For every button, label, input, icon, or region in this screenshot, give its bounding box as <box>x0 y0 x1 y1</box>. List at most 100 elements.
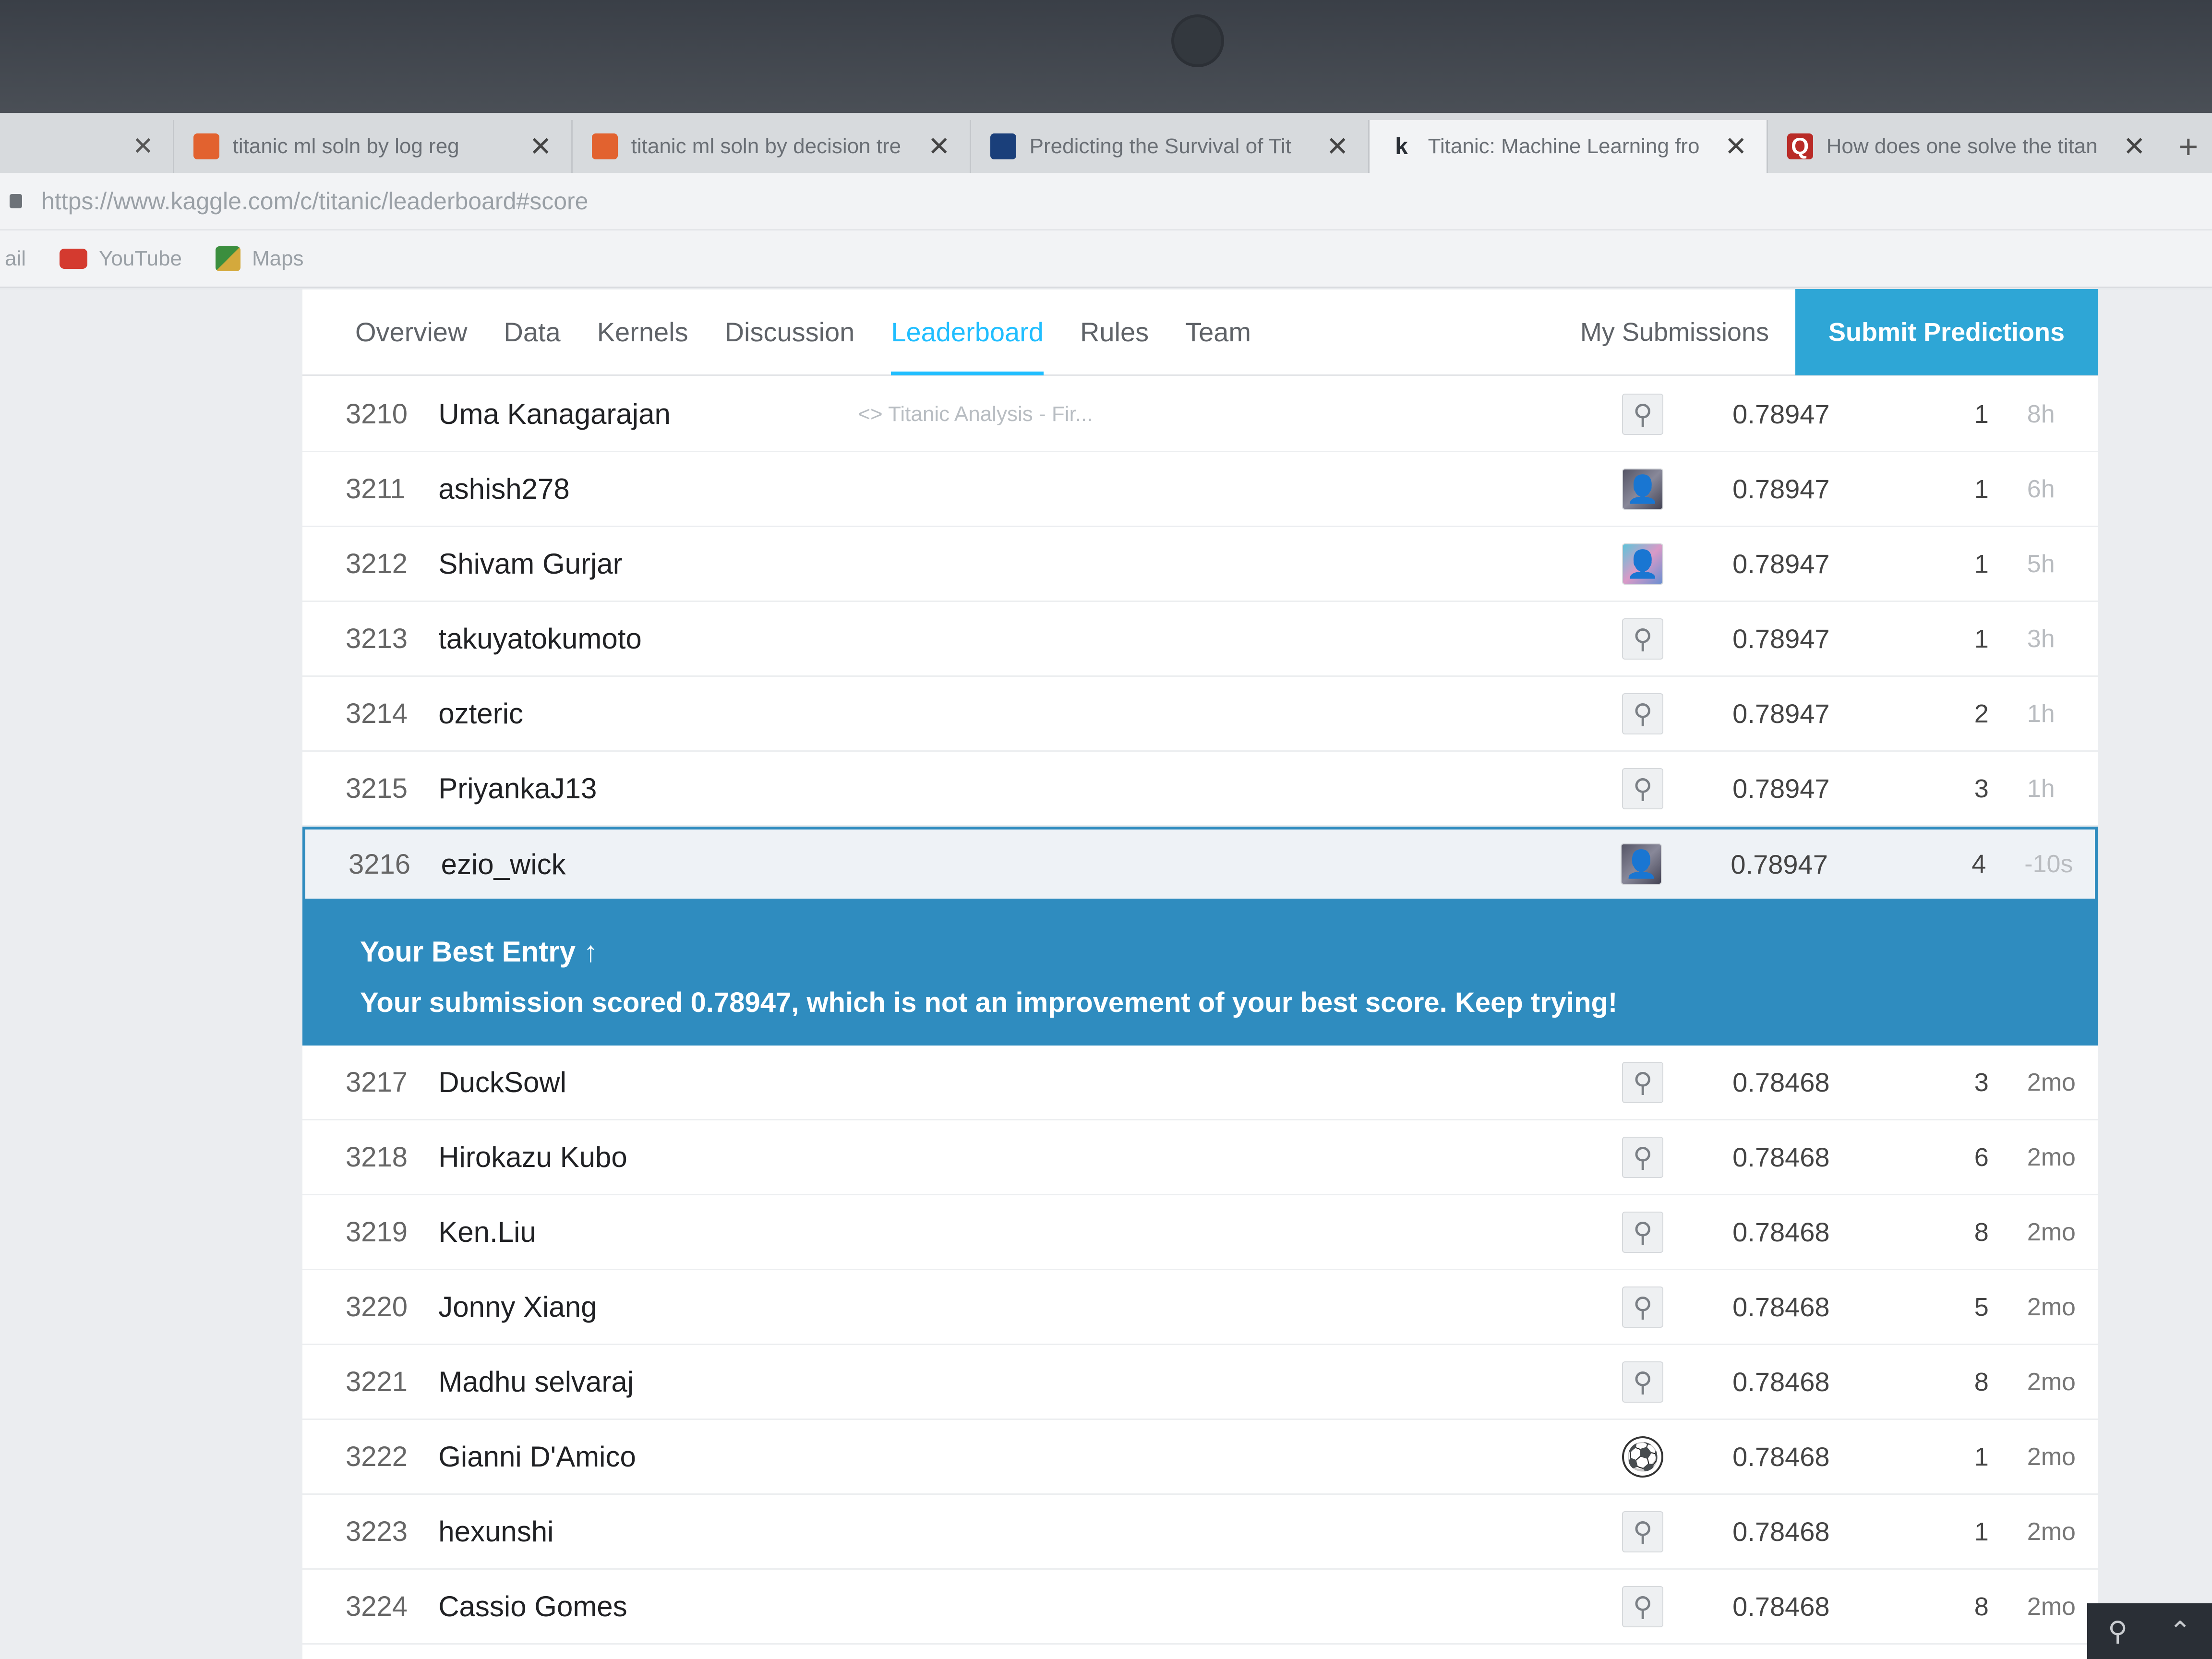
table-row[interactable]: 3218 Hirokazu Kubo ⚲ 0.78468 6 2mo <box>302 1120 2098 1195</box>
avatar[interactable]: ⚲ <box>1622 693 1664 734</box>
best-entry-banner: Your Best Entry ↑ Your submission scored… <box>302 902 2098 1046</box>
avatar[interactable]: 👤 <box>1621 843 1662 885</box>
tab-list: titanic ml soln by log reg ✕ titanic ml so… <box>172 120 2165 173</box>
rank: 3213 <box>346 623 408 654</box>
team-name[interactable]: Madhu selvaraj <box>438 1365 858 1398</box>
chevron-up-icon[interactable]: ⌃ <box>2169 1615 2191 1647</box>
team-name[interactable]: Shivam Gurjar <box>438 547 858 580</box>
table-row[interactable]: 3224 Cassio Gomes ⚲ 0.78468 8 2mo <box>302 1570 2098 1645</box>
lock-icon <box>10 194 22 208</box>
team-name[interactable]: ozteric <box>438 697 858 730</box>
avatar[interactable]: ⚲ <box>1622 1286 1664 1328</box>
avatar[interactable]: 👤 <box>1622 468 1664 510</box>
table-row[interactable]: 3213 takuyatokumoto ⚲ 0.78947 1 3h <box>302 602 2098 677</box>
browser-tab[interactable]: k Titanic: Machine Learning fro ✕ <box>1368 120 1767 173</box>
table-row-current-user[interactable]: 3216 ezio_wick 👤 0.78947 4 -10s <box>302 827 2098 902</box>
browser-tab[interactable]: Predicting the Survival of Tit ✕ <box>969 120 1368 173</box>
team-name[interactable]: ashish278 <box>438 472 858 505</box>
table-row[interactable]: 3215 PriyankaJ13 ⚲ 0.78947 3 1h <box>302 752 2098 827</box>
bookmark-gmail[interactable]: ail <box>5 247 26 271</box>
system-tray: ⚲ ⌃ <box>2087 1603 2212 1659</box>
youtube-icon <box>60 248 88 269</box>
avatar[interactable]: ⚲ <box>1622 1136 1664 1178</box>
kernel-link[interactable]: <> Titanic Analysis - Fir... <box>858 402 1622 426</box>
table-row[interactable]: 3219 Ken.Liu ⚲ 0.78468 8 2mo <box>302 1195 2098 1270</box>
tab-close-icon[interactable]: ✕ <box>2123 131 2146 162</box>
tab-strip: ✕ titanic ml soln by log reg ✕ titanic ml … <box>0 113 2212 173</box>
score: 0.78468 <box>1732 1591 1830 1622</box>
table-row[interactable]: 3223 hexunshi ⚲ 0.78468 1 2mo <box>302 1495 2098 1570</box>
score: 0.78468 <box>1732 1516 1830 1547</box>
avatar[interactable]: ⚲ <box>1622 393 1664 435</box>
table-row[interactable]: 3212 Shivam Gurjar 👤 0.78947 1 5h <box>302 527 2098 602</box>
avatar[interactable]: ⚲ <box>1622 768 1664 809</box>
team-name[interactable]: ezio_wick <box>441 848 859 881</box>
last-submission: 2mo <box>2027 1443 2076 1471</box>
avatar[interactable]: ⚲ <box>1622 1361 1664 1403</box>
tab-overview[interactable]: Overview <box>302 289 485 375</box>
avatar-cell: 👤 <box>1622 468 1732 510</box>
bookmark-maps[interactable]: Maps <box>215 246 304 271</box>
rank: 3220 <box>346 1291 408 1322</box>
score: 0.78468 <box>1732 1367 1830 1397</box>
tab-close-icon[interactable]: ✕ <box>1725 131 1747 162</box>
team-name[interactable]: Uma Kanagarajan <box>438 397 858 431</box>
avatar[interactable]: ⚲ <box>1622 618 1664 660</box>
table-row[interactable]: 3220 Jonny Xiang ⚲ 0.78468 5 2mo <box>302 1270 2098 1345</box>
last-submission: 2mo <box>2027 1143 2076 1171</box>
team-name[interactable]: Gianni D'Amico <box>438 1440 858 1473</box>
tab-discussion[interactable]: Discussion <box>707 289 873 375</box>
bookmark-youtube[interactable]: YouTube <box>60 247 182 271</box>
last-submission: -10s <box>2024 850 2073 878</box>
tab-leaderboard[interactable]: Leaderboard <box>873 289 1062 375</box>
people-icon[interactable]: ⚲ <box>2108 1615 2128 1647</box>
soccer-ball-avatar[interactable]: ⚽ <box>1622 1436 1664 1478</box>
tab-close-icon[interactable]: ✕ <box>1326 131 1349 162</box>
tab-kernels[interactable]: Kernels <box>579 289 707 375</box>
table-row[interactable]: 3222 Gianni D'Amico ⚽ 0.78468 1 2mo <box>302 1420 2098 1495</box>
avatar[interactable]: 👤 <box>1622 543 1664 585</box>
rank: 3215 <box>346 773 408 804</box>
team-name[interactable]: DuckSowl <box>438 1066 858 1099</box>
table-row[interactable]: 3217 DuckSowl ⚲ 0.78468 3 2mo <box>302 1046 2098 1120</box>
avatar[interactable]: ⚲ <box>1622 1511 1664 1552</box>
team-name[interactable]: Ken.Liu <box>438 1215 858 1249</box>
table-row[interactable]: 3214 ozteric ⚲ 0.78947 2 1h <box>302 677 2098 752</box>
rank: 3218 <box>346 1142 408 1173</box>
address-bar[interactable]: https://www.kaggle.com/c/titanic/leaderb… <box>0 173 2212 230</box>
my-submissions-link[interactable]: My Submissions <box>1554 289 1795 375</box>
entries: 8 <box>1974 1367 1989 1396</box>
entries: 3 <box>1974 774 1989 803</box>
tab-close-icon[interactable]: ✕ <box>529 131 552 162</box>
avatar-cell: ⚽ <box>1622 1436 1732 1478</box>
entries: 2 <box>1974 699 1989 728</box>
score: 0.78947 <box>1732 773 1830 804</box>
last-submission: 2mo <box>2027 1517 2076 1546</box>
submit-predictions-button[interactable]: Submit Predictions <box>1795 289 2098 375</box>
team-name[interactable]: Cassio Gomes <box>438 1590 858 1623</box>
score: 0.78947 <box>1732 698 1830 729</box>
team-name[interactable]: Hirokazu Kubo <box>438 1141 858 1174</box>
browser-tab[interactable]: titanic ml soln by decision tre ✕ <box>571 120 970 173</box>
table-row[interactable]: 3211 ashish278 👤 0.78947 1 6h <box>302 452 2098 527</box>
avatar[interactable]: ⚲ <box>1622 1061 1664 1103</box>
avatar[interactable]: ⚲ <box>1622 1586 1664 1627</box>
tab-team[interactable]: Team <box>1167 289 1269 375</box>
table-row[interactable]: 3210 Uma Kanagarajan <> Titanic Analysis -… <box>302 377 2098 452</box>
team-name[interactable]: hexunshi <box>438 1515 858 1548</box>
tab-close-icon[interactable]: ✕ <box>928 131 950 162</box>
tab-data[interactable]: Data <box>485 289 578 375</box>
team-name[interactable]: PriyankaJ13 <box>438 772 858 805</box>
team-name[interactable]: Jonny Xiang <box>438 1290 858 1323</box>
browser-tab[interactable]: titanic ml soln by log reg ✕ <box>172 120 571 173</box>
team-name[interactable]: takuyatokumoto <box>438 622 858 655</box>
entries: 6 <box>1974 1142 1989 1172</box>
table-row[interactable]: 3221 Madhu selvaraj ⚲ 0.78468 8 2mo <box>302 1345 2098 1420</box>
tab-rules[interactable]: Rules <box>1062 289 1167 375</box>
doc-blue-icon <box>990 133 1016 159</box>
avatar[interactable]: ⚲ <box>1622 1211 1664 1253</box>
url-text[interactable]: https://www.kaggle.com/c/titanic/leaderb… <box>41 187 588 215</box>
browser-tab[interactable]: Q How does one solve the titan ✕ <box>1766 120 2165 173</box>
new-tab-icon[interactable]: + <box>2165 120 2212 173</box>
tab-close-icon[interactable]: ✕ <box>0 120 173 173</box>
